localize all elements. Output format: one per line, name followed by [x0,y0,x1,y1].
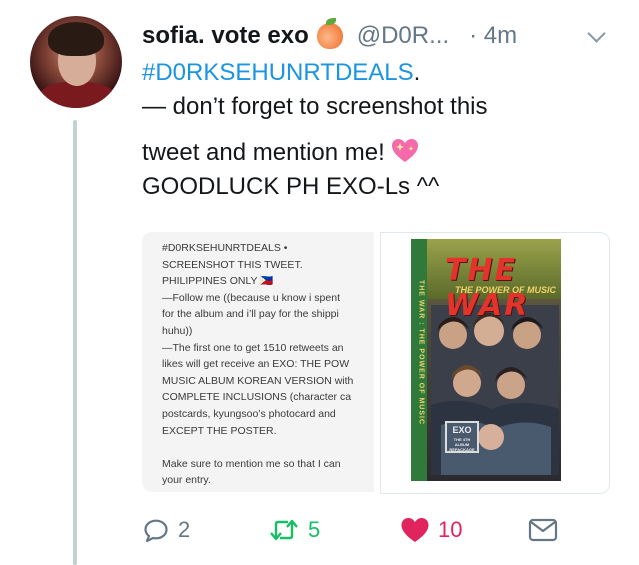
peach-icon [316,18,343,49]
timestamp[interactable]: · 4m [469,22,517,50]
tweet-line-4: GOODLUCK PH EXO-Ls ^^ [142,173,440,200]
direct-message-icon [528,518,558,542]
sparkling-heart-icon [391,138,419,164]
album-logo-text: EXO [452,425,472,435]
retweet-button[interactable]: 5 [268,512,320,548]
reply-icon [144,519,168,543]
tweet-line-1: #D0RKSEHUNRTDEALS. [142,56,622,90]
hashtag-link[interactable]: #D0RKSEHUNRTDEALS [142,59,414,86]
tweet-line-3: tweet and mention me! [142,136,622,170]
reply-count: 2 [178,517,191,542]
like-icon [401,518,429,542]
tweet-line-2: — don’t forget to screenshot this [142,93,488,120]
hashtag-suffix: . [413,59,421,86]
tweet-text: #D0RKSEHUNRTDEALS. — don’t forget to scr… [142,56,622,204]
retweet-count: 5 [308,517,321,542]
reply-button[interactable]: 2 [142,512,190,548]
user-handle[interactable]: @D0R... [357,22,449,50]
album-logo: EXO THE 4TH ALBUM REPACKAGE [445,421,479,453]
like-button[interactable]: 10 [400,512,462,548]
album-spine-text: THE WAR : THE POWER OF MUSIC [417,279,425,426]
thread-line [73,120,77,565]
avatar[interactable] [30,16,122,108]
like-count: 10 [438,517,463,542]
album-cover: THE WAR : THE POWER OF MUSIC THE WAR THE… [411,239,561,481]
media-image-screenshot[interactable]: #D0RKSEHUNRTDEALS • SCREENSHOT THIS TWEE… [142,232,374,492]
direct-message-button[interactable] [528,512,558,548]
display-name[interactable]: sofia. vote exo [142,22,309,50]
media-attachments: #D0RKSEHUNRTDEALS • SCREENSHOT THIS TWEE… [142,232,610,494]
tweet-actions: 2 5 10 [142,512,562,548]
album-spine: THE WAR : THE POWER OF MUSIC [411,239,427,481]
tweet-line-3-text: tweet and mention me! [142,139,385,166]
album-subtitle: THE POWER OF MUSIC [455,285,556,295]
chevron-down-icon[interactable] [587,24,606,43]
screenshot-text: #D0RKSEHUNRTDEALS • SCREENSHOT THIS TWEE… [162,242,354,487]
tweet-header: sofia. vote exo @D0R... · 4m [142,18,517,52]
media-image-album[interactable]: THE WAR : THE POWER OF MUSIC THE WAR THE… [380,232,610,494]
album-logo-small: THE 4TH ALBUM REPACKAGE [449,437,475,452]
avatar-hair [48,22,104,56]
retweet-icon [270,519,298,541]
